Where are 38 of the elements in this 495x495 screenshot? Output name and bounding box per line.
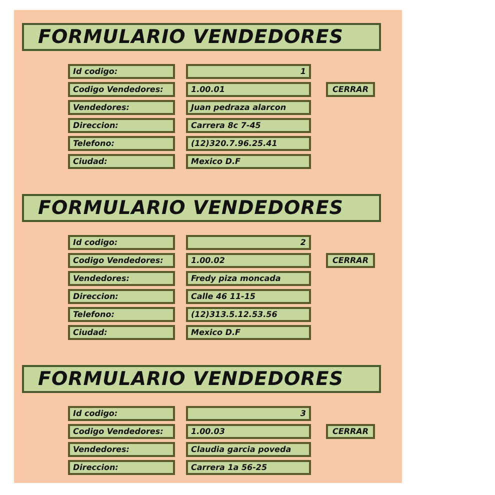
close-button[interactable]: CERRAR (326, 424, 375, 439)
field-value[interactable]: Calle 46 11-15 (186, 289, 311, 304)
field-value[interactable]: Juan pedraza alarcon (186, 100, 311, 115)
form-title: FORMULARIO VENDEDORES (22, 194, 381, 222)
field-label: Ciudad: (68, 325, 175, 340)
field-value[interactable]: 3 (186, 406, 311, 421)
field-value[interactable]: Mexico D.F (186, 154, 311, 169)
field-label: Ciudad: (68, 154, 175, 169)
field-value[interactable]: 2 (186, 235, 311, 250)
field-label: Direccion: (68, 460, 175, 475)
field-value[interactable]: Claudia garcia poveda (186, 442, 311, 457)
field-value[interactable]: 1.00.01 (186, 82, 311, 97)
field-value[interactable]: Fredy piza moncada (186, 271, 311, 286)
field-label: Id codigo: (68, 406, 175, 421)
close-button[interactable]: CERRAR (326, 82, 375, 97)
field-label: Direccion: (68, 289, 175, 304)
field-value[interactable]: Carrera 1a 56-25 (186, 460, 311, 475)
field-value[interactable]: 1.00.02 (186, 253, 311, 268)
form-title: FORMULARIO VENDEDORES (22, 365, 381, 393)
field-label: Codigo Vendedores: (68, 424, 175, 439)
field-value[interactable]: (12)320.7.96.25.41 (186, 136, 311, 151)
field-label: Codigo Vendedores: (68, 82, 175, 97)
field-label: Vendedores: (68, 271, 175, 286)
close-button[interactable]: CERRAR (326, 253, 375, 268)
field-value[interactable]: Mexico D.F (186, 325, 311, 340)
field-value[interactable]: 1 (186, 64, 311, 79)
field-label: Id codigo: (68, 64, 175, 79)
field-label: Telefono: (68, 307, 175, 322)
field-value[interactable]: Carrera 8c 7-45 (186, 118, 311, 133)
field-label: Id codigo: (68, 235, 175, 250)
field-label: Vendedores: (68, 100, 175, 115)
form-title: FORMULARIO VENDEDORES (22, 23, 381, 51)
field-value[interactable]: (12)313.5.12.53.56 (186, 307, 311, 322)
field-label: Telefono: (68, 136, 175, 151)
field-label: Codigo Vendedores: (68, 253, 175, 268)
field-label: Vendedores: (68, 442, 175, 457)
field-value[interactable]: 1.00.03 (186, 424, 311, 439)
field-label: Direccion: (68, 118, 175, 133)
